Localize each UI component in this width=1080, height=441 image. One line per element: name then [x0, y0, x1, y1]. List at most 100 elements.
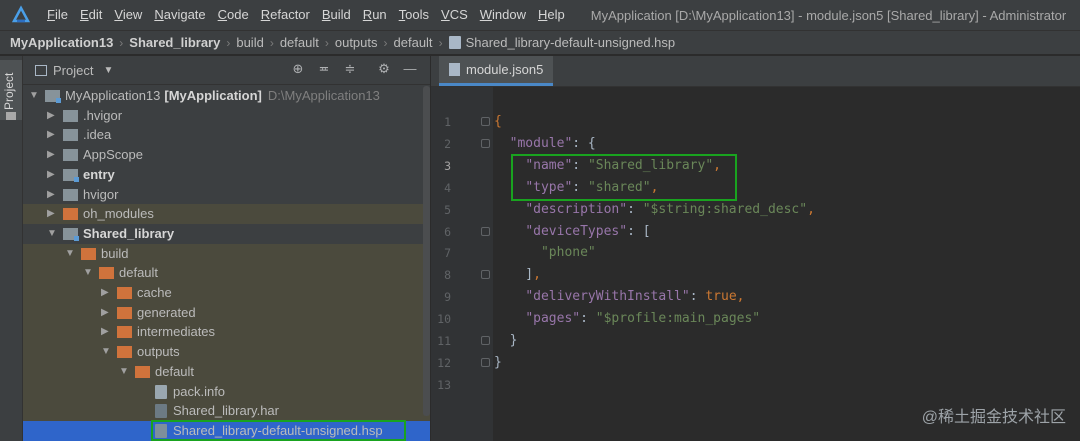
tree-item-shared-library-default-unsigned-hsp[interactable]: Shared_library-default-unsigned.hsp — [23, 419, 430, 441]
chevron-down-icon[interactable]: ▼ — [29, 86, 39, 106]
menu-window[interactable]: Window — [474, 0, 532, 30]
highlight-box — [151, 419, 406, 441]
menu-file[interactable]: File — [41, 0, 74, 30]
tree-item-appscope[interactable]: ▶ AppScope — [23, 145, 430, 165]
breadcrumb-item[interactable]: default — [394, 35, 433, 50]
tree-item-generated[interactable]: ▶ generated — [23, 302, 430, 323]
menu-refactor[interactable]: Refactor — [255, 0, 316, 30]
code-line: } — [494, 352, 502, 374]
tree-item-label: outputs — [137, 342, 180, 362]
chevron-right-icon[interactable]: ▶ — [47, 125, 57, 145]
tab-module-json5[interactable]: module.json5 — [439, 56, 554, 86]
tree-item-shared-library[interactable]: ▼ Shared_library — [23, 224, 430, 244]
tree-item-default[interactable]: ▼ default — [23, 263, 430, 284]
folder-icon — [63, 129, 78, 142]
tree-item-build[interactable]: ▼ build — [23, 243, 430, 264]
archive-icon — [448, 36, 461, 49]
code-token: true — [705, 289, 737, 305]
tree-item-entry[interactable]: ▶ entry — [23, 165, 430, 185]
chevron-right-icon[interactable]: ▶ — [47, 145, 57, 165]
panel-toolbar: ⊕ ≖ ≑ ⚙ — — [290, 61, 418, 77]
tree-item-intermediates[interactable]: ▶ intermediates — [23, 322, 430, 343]
collapse-icon[interactable]: ≖ — [316, 61, 332, 77]
gear-icon[interactable]: ⚙ — [376, 61, 392, 77]
tree-item-label: generated — [137, 303, 196, 323]
menu-vcs[interactable]: VCS — [435, 0, 474, 30]
breadcrumb-item[interactable]: default — [280, 35, 319, 50]
fold-marker-icon[interactable] — [481, 336, 490, 345]
chevron-down-icon[interactable]: ▼ — [47, 224, 57, 244]
tree-item-label: AppScope — [83, 145, 143, 165]
code-line: "pages": "$profile:main_pages" — [494, 308, 760, 330]
code-token: "deliveryWithInstall" — [525, 289, 690, 305]
project-view-selector[interactable]: Project — [53, 63, 93, 78]
breadcrumb-label: default — [279, 35, 319, 50]
fold-marker-icon[interactable] — [481, 117, 490, 126]
breadcrumb-item[interactable]: MyApplication13 — [10, 35, 113, 50]
menu-items: File Edit View Navigate Code Refactor Build Run… — [41, 0, 571, 30]
menu-help[interactable]: Help — [532, 0, 571, 30]
tree-item-myapplication13[interactable]: ▼ MyApplication13 [MyApplication] D:\MyAppl… — [23, 86, 430, 106]
line-number: 9 — [444, 290, 451, 305]
chevron-down-icon[interactable]: ▼ — [101, 342, 111, 362]
chevron-down-icon[interactable]: ▼ — [103, 65, 113, 76]
chevron-right-icon[interactable]: ▶ — [101, 322, 111, 342]
breadcrumb-item[interactable]: Shared_library-default-unsigned.hsp — [448, 35, 675, 50]
project-tool-tab[interactable]: Project — [0, 60, 22, 120]
expand-icon[interactable]: ≑ — [342, 61, 358, 77]
chevron-right-icon[interactable]: ▶ — [47, 204, 57, 224]
excluded-folder-icon — [63, 208, 78, 221]
chevron-right-icon[interactable]: ▶ — [101, 283, 111, 303]
tree-item-outputs[interactable]: ▼ outputs — [23, 342, 430, 363]
tree-item-cache[interactable]: ▶ cache — [23, 283, 430, 303]
code-token: : [ — [627, 223, 651, 239]
tree-item-label: entry — [83, 165, 115, 185]
chevron-down-icon[interactable]: ▼ — [65, 244, 75, 264]
chevron-down-icon[interactable]: ▼ — [83, 263, 93, 283]
breadcrumb-item[interactable]: Shared_library — [129, 35, 220, 50]
minimize-icon[interactable]: — — [402, 61, 418, 77]
line-number: 10 — [437, 312, 451, 327]
menu-run[interactable]: Run — [357, 0, 393, 30]
code-token: : { — [572, 135, 596, 151]
project-panel: Project ▼ ⊕ ≖ ≑ ⚙ — ▼ MyApplication13 [MyA… — [23, 56, 430, 441]
chevron-right-icon[interactable]: ▶ — [47, 185, 57, 205]
locate-icon[interactable]: ⊕ — [290, 61, 306, 77]
menu-code[interactable]: Code — [212, 0, 255, 30]
project-tool-tab-label: Project — [2, 72, 16, 110]
tree-item--hvigor[interactable]: ▶ .hvigor — [23, 106, 430, 126]
deveco-logo-icon — [11, 5, 31, 23]
fold-marker-icon[interactable] — [481, 138, 490, 148]
project-panel-header: Project ▼ ⊕ ≖ ≑ ⚙ — — [23, 56, 430, 85]
chevron-right-icon[interactable]: ▶ — [47, 106, 57, 126]
tree-item-name: hvigor — [83, 186, 119, 202]
breadcrumb-item[interactable]: outputs — [335, 35, 378, 50]
chevron-right-icon: › — [269, 35, 274, 50]
menu-build[interactable]: Build — [316, 0, 357, 30]
tree-item-shared-library-har[interactable]: Shared_library.har — [23, 401, 430, 422]
code-line: { — [494, 111, 502, 133]
menu-tools[interactable]: Tools — [393, 0, 435, 30]
chevron-right-icon[interactable]: ▶ — [47, 165, 57, 185]
fold-marker-icon[interactable] — [481, 270, 490, 280]
tree-item-pack-info[interactable]: pack.info — [23, 381, 430, 402]
chevron-down-icon[interactable]: ▼ — [119, 362, 129, 382]
fold-marker-icon[interactable] — [481, 226, 490, 236]
code-line: } — [494, 330, 518, 352]
chevron-right-icon[interactable]: ▶ — [101, 303, 111, 323]
breadcrumb-item[interactable]: build — [236, 35, 263, 50]
tree-item-label: default — [119, 263, 158, 283]
tree-item--idea[interactable]: ▶ .idea — [23, 125, 430, 145]
menu-view[interactable]: View — [108, 0, 148, 30]
menu-navigate[interactable]: Navigate — [148, 0, 211, 30]
tree-item-hvigor[interactable]: ▶ hvigor — [23, 185, 430, 205]
tree-item-default[interactable]: ▼ default — [23, 361, 430, 382]
excluded-folder-icon — [117, 306, 132, 319]
file-icon — [155, 384, 167, 399]
code-token: "module" — [509, 135, 573, 151]
menu-edit[interactable]: Edit — [74, 0, 108, 30]
project-tree-scrollbar[interactable] — [423, 86, 430, 416]
tree-item-name: MyApplication13 — [65, 88, 161, 103]
fold-marker-icon[interactable] — [481, 357, 490, 367]
tree-item-oh-modules[interactable]: ▶ oh_modules — [23, 204, 430, 225]
